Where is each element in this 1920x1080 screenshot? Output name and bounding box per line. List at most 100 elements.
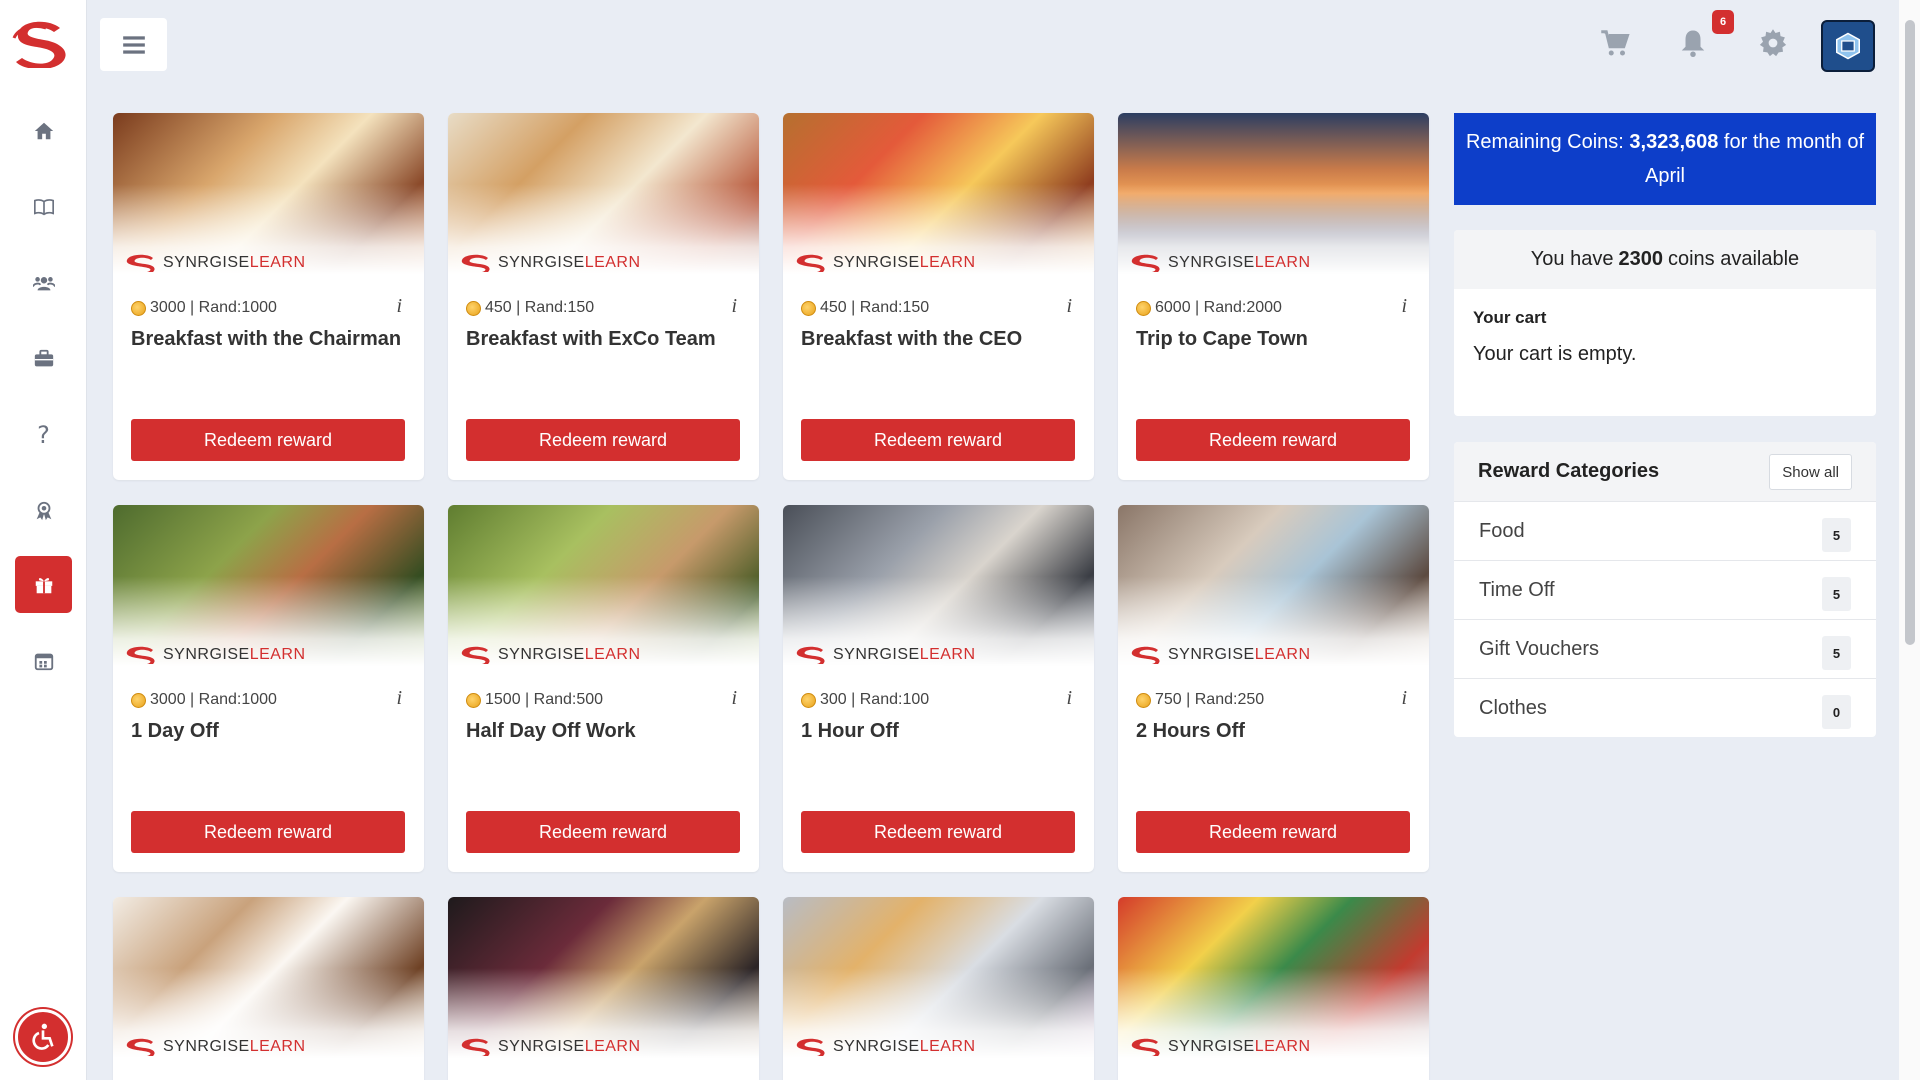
brand-prefix: SYNRGISE (498, 1038, 585, 1055)
category-item[interactable]: Food 5 (1454, 501, 1876, 560)
users-icon (32, 276, 55, 290)
coins-available-prefix: You have (1530, 248, 1614, 270)
reward-card[interactable]: SYNRGISELEARN (1118, 897, 1429, 1080)
reward-price-text: 450 | Rand:150 (820, 299, 930, 316)
reward-card[interactable]: SYNRGISELEARN 450 | Rand:150 i Breakfast wi… (783, 113, 1094, 480)
info-icon[interactable]: i (731, 295, 737, 318)
nav-help[interactable]: ? (15, 406, 72, 463)
synrgise-mini-logo (796, 1038, 825, 1056)
accessibility-button[interactable] (15, 1009, 71, 1065)
brand-suffix: LEARN (584, 646, 641, 663)
cart-panel: You have 2300 coins available Your cart … (1454, 230, 1876, 416)
reward-card[interactable]: SYNRGISELEARN (113, 897, 424, 1080)
redeem-reward-button[interactable]: Redeem reward (1136, 811, 1410, 853)
accessibility-icon (32, 1023, 54, 1050)
info-icon[interactable]: i (731, 687, 737, 710)
category-item[interactable]: Time Off 5 (1454, 560, 1876, 619)
reward-image: SYNRGISELEARN (783, 505, 1094, 666)
reward-card[interactable]: SYNRGISELEARN 300 | Rand:100 i 1 Hour Off Re… (783, 505, 1094, 872)
nav-calendar[interactable] (15, 632, 72, 689)
reward-card[interactable]: SYNRGISELEARN 6000 | Rand:2000 i Trip to Ca… (1118, 113, 1429, 480)
category-count: 0 (1822, 695, 1851, 729)
reward-title: 2 Hours Off (1136, 720, 1245, 742)
redeem-reward-button[interactable]: Redeem reward (801, 419, 1075, 461)
brand-suffix: LEARN (1254, 254, 1311, 271)
synrgise-learn-watermark: SYNRGISELEARN (793, 1036, 976, 1058)
help-icon: ? (37, 420, 50, 449)
synrgise-learn-watermark: SYNRGISELEARN (458, 1036, 641, 1058)
synrgise-logo[interactable] (12, 20, 72, 70)
reward-card[interactable]: SYNRGISELEARN 3000 | Rand:1000 i Breakfast … (113, 113, 424, 480)
user-avatar[interactable] (1821, 20, 1875, 72)
page-scrollbar[interactable] (1899, 0, 1920, 1080)
brand-suffix: LEARN (249, 254, 306, 271)
category-item[interactable]: Clothes 0 (1454, 678, 1876, 737)
nav-team[interactable] (15, 254, 72, 311)
coins-available: You have 2300 coins available (1454, 230, 1876, 289)
reward-price: 6000 | Rand:2000 (1136, 299, 1282, 317)
redeem-reward-button[interactable]: Redeem reward (131, 419, 405, 461)
coin-icon (466, 692, 481, 708)
info-icon[interactable]: i (1066, 687, 1072, 710)
redeem-reward-button[interactable]: Redeem reward (1136, 419, 1410, 461)
avatar-icon (1836, 32, 1860, 60)
info-icon[interactable]: i (396, 295, 402, 318)
coin-icon (1136, 300, 1151, 316)
reward-price: 1500 | Rand:500 (466, 691, 603, 709)
reward-card[interactable]: SYNRGISELEARN 750 | Rand:250 i 2 Hours Off R… (1118, 505, 1429, 872)
info-icon[interactable]: i (1401, 295, 1407, 318)
reward-image: SYNRGISELEARN (113, 113, 424, 274)
reward-title: Half Day Off Work (466, 720, 636, 742)
nav-rewards[interactable] (15, 556, 72, 613)
coin-icon (131, 300, 146, 316)
nav-home[interactable] (15, 102, 72, 159)
notification-badge: 6 (1712, 10, 1734, 34)
synrgise-learn-watermark: SYNRGISELEARN (793, 644, 976, 666)
reward-card[interactable]: SYNRGISELEARN 3000 | Rand:1000 i 1 Day Off R… (113, 505, 424, 872)
info-icon[interactable]: i (1401, 687, 1407, 710)
brand-prefix: SYNRGISE (498, 646, 585, 663)
synrgise-mini-logo (461, 1038, 490, 1056)
reward-card[interactable]: SYNRGISELEARN 450 | Rand:150 i Breakfast wi… (448, 113, 759, 480)
redeem-reward-button[interactable]: Redeem reward (801, 811, 1075, 853)
coin-icon (801, 300, 816, 316)
redeem-reward-button[interactable]: Redeem reward (131, 811, 405, 853)
gear-icon[interactable] (1758, 28, 1788, 58)
synrgise-learn-watermark: SYNRGISELEARN (793, 252, 976, 274)
menu-toggle-button[interactable] (100, 18, 167, 71)
category-item[interactable]: Gift Vouchers 5 (1454, 619, 1876, 678)
redeem-reward-button[interactable]: Redeem reward (466, 419, 740, 461)
reward-image: SYNRGISELEARN (1118, 113, 1429, 274)
category-name: Time Off (1479, 579, 1555, 601)
category-count: 5 (1822, 636, 1851, 670)
brand-suffix: LEARN (249, 1038, 306, 1055)
redeem-reward-button[interactable]: Redeem reward (466, 811, 740, 853)
show-all-button[interactable]: Show all (1769, 454, 1852, 490)
cart-icon[interactable] (1600, 28, 1630, 58)
scrollbar-thumb[interactable] (1905, 20, 1915, 645)
info-icon[interactable]: i (1066, 295, 1072, 318)
coins-available-suffix: coins available (1667, 248, 1800, 270)
reward-card[interactable]: SYNRGISELEARN (448, 897, 759, 1080)
bell-icon[interactable] (1678, 28, 1708, 58)
synrgise-learn-watermark: SYNRGISELEARN (1128, 644, 1311, 666)
coins-available-amount: 2300 (1618, 248, 1663, 270)
category-name: Clothes (1479, 697, 1547, 719)
brand-suffix: LEARN (584, 1038, 641, 1055)
reward-price-text: 750 | Rand:250 (1155, 691, 1265, 708)
synrgise-mini-logo (126, 254, 155, 272)
reward-card[interactable]: SYNRGISELEARN (783, 897, 1094, 1080)
brand-suffix: LEARN (1254, 646, 1311, 663)
reward-card[interactable]: SYNRGISELEARN 1500 | Rand:500 i Half Day Of… (448, 505, 759, 872)
reward-image: SYNRGISELEARN (113, 897, 424, 1058)
nav-jobs[interactable] (15, 330, 72, 387)
nav-courses[interactable] (15, 178, 72, 235)
brand-suffix: LEARN (1254, 1038, 1311, 1055)
reward-price: 300 | Rand:100 (801, 691, 929, 709)
nav-awards[interactable] (15, 482, 72, 539)
synrgise-learn-watermark: SYNRGISELEARN (123, 252, 306, 274)
reward-image: SYNRGISELEARN (448, 113, 759, 274)
reward-price: 3000 | Rand:1000 (131, 691, 277, 709)
reward-price-text: 3000 | Rand:1000 (150, 299, 277, 316)
info-icon[interactable]: i (396, 687, 402, 710)
